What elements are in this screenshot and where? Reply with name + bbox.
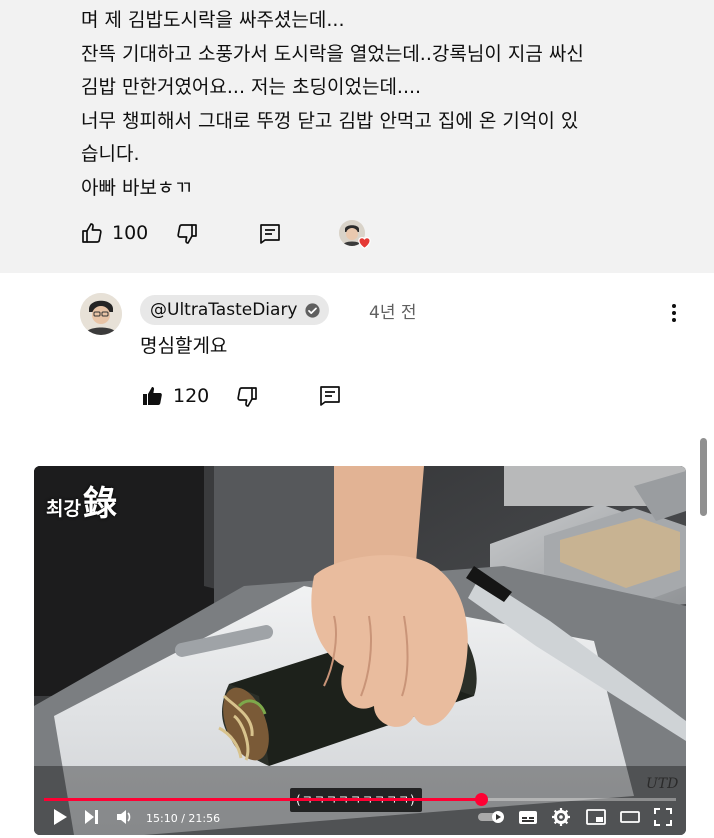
player-controls: 15:10 / 21:56 [34,804,686,834]
scrollbar[interactable] [700,438,707,516]
dislike-button[interactable] [235,385,259,409]
progress-bar[interactable] [44,793,676,806]
comment-line: 며 제 김밥도시락을 싸주셨는데... [81,9,345,31]
video-frame [34,466,686,835]
highlighted-comment: 며 제 김밥도시락을 싸주셨는데... 잔뜩 기대하고 소풍가서 도시락을 열었… [0,0,714,273]
thumb-down-icon [237,387,257,407]
reply-button[interactable] [318,384,342,408]
autoplay-toggle-icon[interactable] [478,810,506,824]
reply-body: 명심할게요 [140,335,228,357]
video-watermark: UTD [646,776,679,792]
comment-line: 아빠 바보ㅎㄲ [81,176,192,199]
comment-line: 잔뜩 기대하고 소풍가서 도시락을 열었는데..강록님이 지금 싸신 [81,42,584,65]
comment-timestamp[interactable]: 4년 전 [369,298,417,323]
next-icon[interactable] [84,808,100,826]
like-count: 100 [112,222,149,244]
volume-icon[interactable] [116,808,134,826]
thumb-down-icon [177,224,197,244]
time-display: 15:10 / 21:56 [146,812,221,825]
settings-gear-icon[interactable] [552,808,570,826]
comment-line: 김밥 만한거였어요... 저는 초딩이었는데.... [81,76,422,98]
theater-mode-icon[interactable] [620,808,640,826]
verified-check-icon [304,302,320,318]
channel-logo: 최강錄 [46,484,117,524]
avatar[interactable] [80,293,122,335]
comment-icon [260,224,280,244]
progress-played [44,798,481,801]
heart-icon [358,237,371,249]
fullscreen-icon[interactable] [654,808,672,826]
miniplayer-icon[interactable] [586,808,606,826]
thumb-up-icon [82,223,102,243]
video-player[interactable]: 최강錄 UTD (ㅋㅋㅋㅋㅋㅋㅋㅋㅋ) 15:10 / 21:56 [34,466,686,835]
kebab-menu-icon[interactable] [666,301,682,327]
play-icon[interactable] [52,808,68,826]
like-button[interactable]: 120 [141,384,209,408]
subtitles-icon[interactable] [518,808,538,826]
reply-button[interactable] [258,222,282,246]
comment-line: 습니다. [81,143,140,165]
author-handle[interactable]: @UltraTasteDiary [140,295,329,325]
dislike-button[interactable] [175,222,199,246]
comment-body: 며 제 김밥도시락을 싸주셨는데... 잔뜩 기대하고 소풍가서 도시락을 열었… [81,4,681,205]
like-button[interactable]: 100 [80,221,148,245]
thumb-up-icon [143,387,162,405]
author-handle-text: @UltraTasteDiary [150,300,298,320]
like-count: 120 [173,385,210,407]
comment-line: 너무 챙피해서 그대로 뚜껑 닫고 김밥 안먹고 집에 온 기억이 있 [81,109,579,132]
comment-icon [320,386,340,406]
